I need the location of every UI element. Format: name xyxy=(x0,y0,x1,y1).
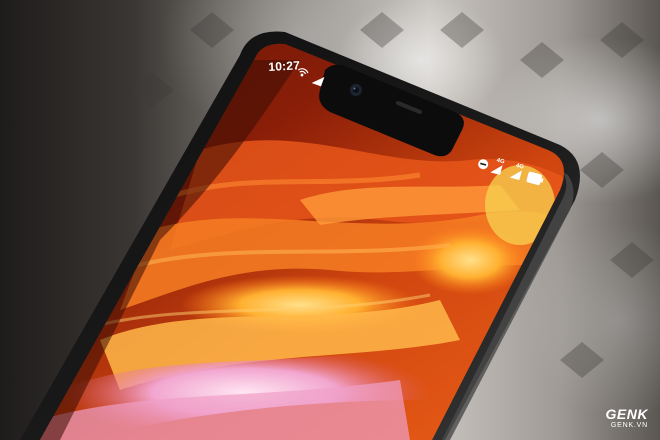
battery-icon xyxy=(526,171,544,186)
do-not-disturb-icon xyxy=(478,159,489,170)
watermark-brand: GENK xyxy=(605,406,648,422)
status-time: 10:27 xyxy=(268,58,301,74)
watermark: GENK GENK.VN xyxy=(606,407,648,430)
phone xyxy=(20,31,580,440)
watermark-site: GENK.VN xyxy=(610,422,648,429)
photo-scene: 10:27 4G 4G GENK GENK.VN xyxy=(0,0,660,440)
